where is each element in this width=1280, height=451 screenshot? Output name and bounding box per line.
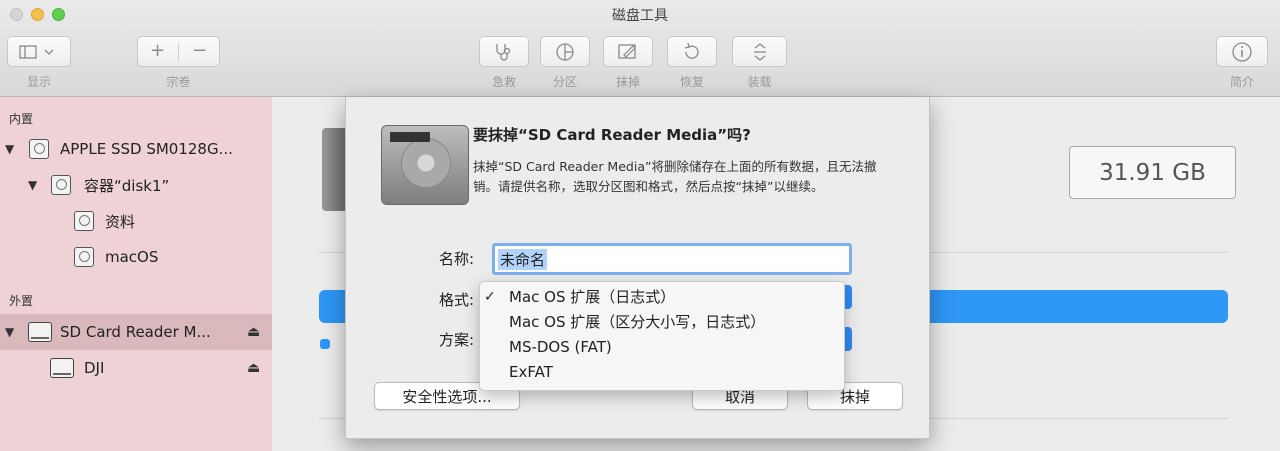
segment-divider xyxy=(178,43,179,61)
volume-segment: + − xyxy=(137,36,220,67)
sidebar-item-sd-card-reader[interactable]: ▼ SD Card Reader M... ⏏ xyxy=(0,314,272,350)
external-volume-icon xyxy=(50,358,74,378)
restore-label: 恢复 xyxy=(679,75,704,89)
sheet-title: 要抹掉“SD Card Reader Media”吗? xyxy=(473,126,751,144)
sidebar-item-label: SD Card Reader M... xyxy=(60,323,211,341)
container-disk-icon xyxy=(51,175,71,195)
mount-icon xyxy=(753,42,766,61)
sheet-message: 抹掉“SD Card Reader Media”将删除储存在上面的所有数据，且无… xyxy=(473,159,877,194)
format-option-label: MS-DOS (FAT) xyxy=(509,337,612,356)
volume-disk-icon xyxy=(74,247,94,267)
eject-icon[interactable]: ⏏ xyxy=(247,324,260,340)
erase-toolbar-button[interactable] xyxy=(603,36,653,67)
erase-toolbar-label: 抹掉 xyxy=(615,75,640,89)
remove-volume-button[interactable]: − xyxy=(192,40,207,61)
first-aid-button[interactable] xyxy=(479,36,529,67)
capacity-display: 31.91 GB xyxy=(1069,146,1236,199)
erase-sheet-dialog: 要抹掉“SD Card Reader Media”吗? 抹掉“SD Card R… xyxy=(345,97,930,439)
internal-disk-icon xyxy=(29,139,49,159)
info-button[interactable] xyxy=(1216,36,1268,67)
view-button[interactable] xyxy=(7,36,71,67)
window-title: 磁盘工具 xyxy=(612,8,668,24)
sidebar-item-label: 资料 xyxy=(105,212,136,231)
internal-header: 内置 xyxy=(9,112,34,126)
format-option-label: Mac OS 扩展（区分大小写，日志式） xyxy=(509,313,766,331)
sidebar-view-icon xyxy=(19,44,54,59)
name-field-label: 名称: xyxy=(438,250,474,268)
stethoscope-icon xyxy=(496,43,511,61)
first-aid-label: 急救 xyxy=(491,75,516,89)
usage-legend-dot xyxy=(320,339,330,349)
format-field-label: 格式: xyxy=(438,291,474,309)
format-option-label: Mac OS 扩展（日志式） xyxy=(509,288,676,306)
info-icon xyxy=(1232,41,1252,62)
info-label: 简介 xyxy=(1229,75,1254,89)
toolbar: 磁盘工具 显示 + − 宗卷 急救 分区 抹掉 恢复 装载 简介 xyxy=(0,0,1280,97)
partition-button[interactable] xyxy=(540,36,590,67)
pie-partition-icon xyxy=(556,42,574,61)
scheme-field-label: 方案: xyxy=(438,331,474,349)
name-input[interactable]: 未命名 xyxy=(492,243,852,275)
disclosure-triangle-icon[interactable]: ▼ xyxy=(5,325,14,339)
sidebar-item-label: DJI xyxy=(84,359,105,377)
format-option-mac-os-extended-journaled[interactable]: ✓ Mac OS 扩展（日志式） xyxy=(480,284,846,309)
view-label: 显示 xyxy=(26,75,51,89)
restore-icon xyxy=(684,42,699,59)
mount-button[interactable] xyxy=(732,36,787,67)
sidebar-item-label: 容器“disk1” xyxy=(84,176,170,195)
partition-label: 分区 xyxy=(552,75,577,89)
sidebar-item-container-disk1[interactable]: ▼ 容器“disk1” xyxy=(0,167,272,203)
disclosure-triangle-icon[interactable]: ▼ xyxy=(28,178,37,192)
disclosure-triangle-icon[interactable]: ▼ xyxy=(5,142,14,156)
external-header: 外置 xyxy=(9,294,34,308)
sidebar-item-label: APPLE SSD SM0128G... xyxy=(60,140,233,158)
restore-button[interactable] xyxy=(667,36,717,67)
external-disk-icon xyxy=(28,322,52,342)
format-option-exfat[interactable]: ExFAT xyxy=(480,359,846,384)
eject-icon[interactable]: ⏏ xyxy=(247,360,260,376)
erase-icon xyxy=(618,43,636,59)
format-option-ms-dos-fat[interactable]: MS-DOS (FAT) xyxy=(480,334,846,359)
mount-label: 装载 xyxy=(747,75,772,89)
sidebar-item-dji[interactable]: DJI ⏏ xyxy=(0,350,272,386)
checkmark-icon: ✓ xyxy=(484,288,496,305)
format-option-label: ExFAT xyxy=(509,362,553,381)
sidebar: 内置 ▼ APPLE SSD SM0128G... ▼ 容器“disk1” 资料… xyxy=(0,97,272,451)
hard-drive-icon xyxy=(381,125,469,205)
volume-disk-icon xyxy=(74,211,94,231)
sidebar-item-label: macOS xyxy=(105,248,159,266)
format-dropdown-menu: ✓ Mac OS 扩展（日志式） Mac OS 扩展（区分大小写，日志式） MS… xyxy=(479,281,845,391)
sidebar-item-data-volume[interactable]: 资料 xyxy=(0,203,272,239)
name-input-value: 未命名 xyxy=(498,248,548,270)
sidebar-item-apple-ssd[interactable]: ▼ APPLE SSD SM0128G... xyxy=(0,131,272,167)
format-option-mac-os-extended-case-sensitive[interactable]: Mac OS 扩展（区分大小写，日志式） xyxy=(480,309,846,334)
sidebar-item-macos-volume[interactable]: macOS xyxy=(0,239,272,275)
add-volume-button[interactable]: + xyxy=(150,40,165,61)
drive-label-plate xyxy=(390,132,430,142)
volume-label: 宗卷 xyxy=(166,75,191,89)
